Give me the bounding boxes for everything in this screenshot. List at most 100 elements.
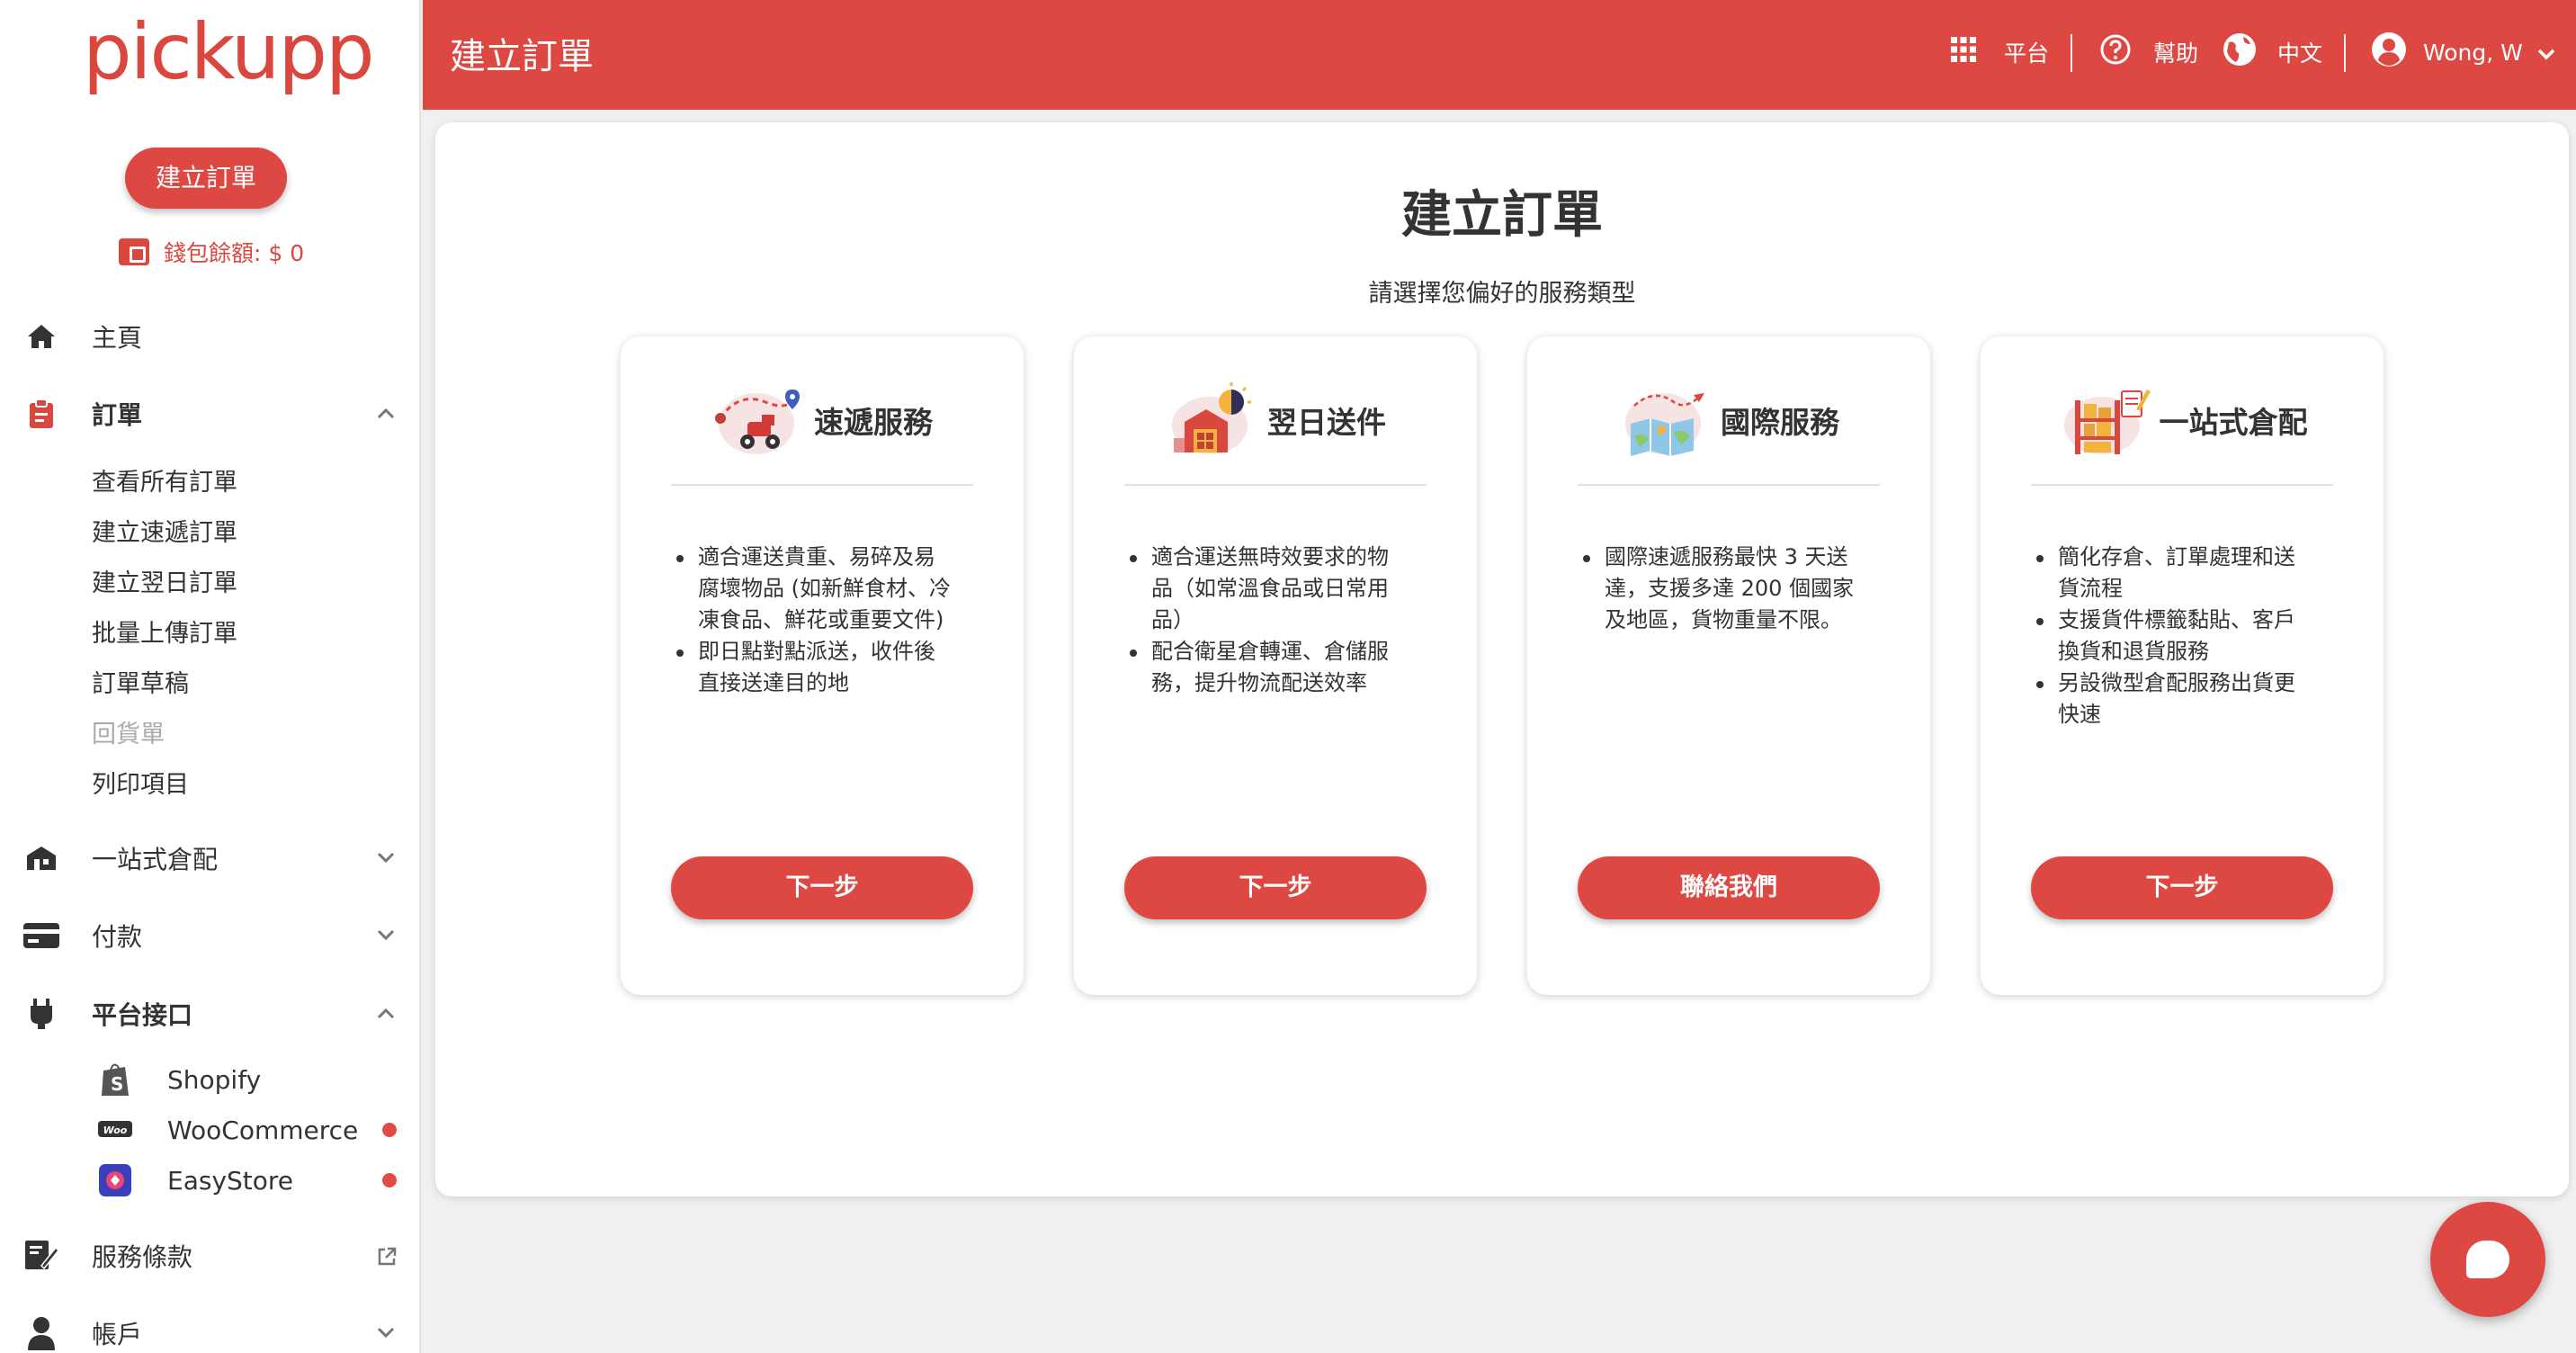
svg-text:S: S [111,1073,123,1095]
sub-view-all-orders[interactable]: 查看所有訂單 [92,462,237,497]
help-menu[interactable]: 幫助 [2099,32,2198,72]
feature-item: 配合衛星倉轉運、倉儲服務，提升物流配送效率 [1128,636,1405,699]
feature-item: 簡化存倉、訂單處理和送貨流程 [2035,542,2312,605]
plug-icon [22,994,61,1034]
home-icon [22,317,61,356]
service-card-nextday: 翌日送件 適合運送無時效要求的物品（如常溫食品或日常用品） 配合衛星倉轉運、倉儲… [1074,336,1477,995]
card-divider [1124,484,1427,486]
chevron-up-icon [376,1004,396,1024]
nav-warehouse-label: 一站式倉配 [92,845,219,874]
shelf-icon [2057,382,2151,458]
feature-item: 適合運送貴重、易碎及易腐壞物品 (如新鮮食材、冷凍食品、鮮花或重要文件) [675,542,952,636]
help-icon [2099,33,2132,71]
platform-label: 平台 [2004,40,2050,67]
feature-item: 適合運送無時效要求的物品（如常溫食品或日常用品） [1128,542,1405,636]
card-divider [1578,484,1880,486]
contact-us-button[interactable]: 聯絡我們 [1578,856,1880,919]
service-card-fulfillment: 一站式倉配 簡化存倉、訂單處理和送貨流程 支援貨件標籤黏貼、客戶換貨和退貨服務 … [1981,336,2384,995]
panel-subtitle: 請選擇您偏好的服務類型 [1368,280,1636,308]
apps-grid-icon [1950,36,1977,68]
clipboard-icon [22,394,61,434]
nav-account-label: 帳戶 [92,1320,143,1349]
fulfillment-next-button[interactable]: 下一步 [2031,856,2333,919]
platform-easystore-label: EasyStore [167,1165,294,1196]
nav-platform[interactable]: 平台接口 [0,987,421,1041]
shopify-icon: S [97,1062,133,1098]
card-features: 簡化存倉、訂單處理和送貨流程 支援貨件標籤黏貼、客戶換貨和退貨服務 另設微型倉配… [2035,542,2312,730]
user-avatar-icon [2371,31,2407,73]
card-header: 翌日送件 [1074,380,1477,461]
user-name: Wong, W [2423,39,2523,66]
globe-icon [2222,31,2258,73]
feature-item: 即日點對點派送，收件後直接送達目的地 [675,636,952,699]
woocommerce-badge-text: Woo [103,1125,128,1136]
sub-create-nextday-order[interactable]: 建立翌日訂單 [92,563,237,598]
platform-woocommerce-label: WooCommerce [167,1115,359,1145]
platform-woocommerce[interactable]: Woo WooCommerce [92,1109,407,1151]
card-features: 適合運送無時效要求的物品（如常溫食品或日常用品） 配合衛星倉轉運、倉儲服務，提升… [1128,542,1405,699]
chevron-down-icon [376,926,396,945]
nav-terms-label: 服務條款 [92,1242,193,1272]
sub-order-drafts[interactable]: 訂單草稿 [92,664,189,699]
chevron-down-icon [376,1323,396,1343]
sub-create-express-order[interactable]: 建立速遞訂單 [92,513,237,548]
platform-shopify[interactable]: S Shopify [92,1059,407,1100]
nav-home-label: 主頁 [92,323,143,353]
chevron-down-icon [2537,40,2555,66]
nav-warehouse[interactable]: 一站式倉配 [0,831,421,885]
language-label: 中文 [2277,40,2323,67]
signature-icon [22,1236,61,1276]
nextday-next-button[interactable]: 下一步 [1124,856,1427,919]
card-header: 速遞服務 [621,380,1024,461]
card-divider [671,484,973,486]
panel-title: 建立訂單 [1401,186,1603,245]
wallet-balance[interactable]: 錢包餘額: $ 0 [119,236,304,268]
pickupp-logo[interactable]: pickupp [83,7,375,97]
create-order-button[interactable]: 建立訂單 [125,148,287,209]
top-bar: 建立訂單 平台 幫助 中文 Wong, W [423,0,2576,110]
map-plane-icon [1618,382,1712,458]
nav-orders-label: 訂單 [92,400,143,430]
nav-platform-label: 平台接口 [92,1000,193,1030]
sub-print-items[interactable]: 列印項目 [92,765,189,800]
platform-menu[interactable]: 平台 [1950,32,2049,72]
status-dot [378,1169,401,1192]
easystore-icon [97,1162,133,1198]
sidebar: pickupp 建立訂單 錢包餘額: $ 0 主頁 訂單 查看所有訂單 建立速遞… [0,0,421,1353]
nav-home[interactable]: 主頁 [0,309,421,363]
chevron-up-icon [376,404,396,424]
status-dot [378,1118,401,1142]
sun-warehouse-icon [1165,382,1258,458]
platform-easystore[interactable]: EasyStore [92,1160,407,1201]
card-title: 一站式倉配 [2159,405,2308,440]
wallet-balance-label: 錢包餘額: $ 0 [164,240,305,266]
wallet-icon [119,238,149,265]
header-divider [2071,34,2072,72]
user-icon [22,1313,61,1353]
header-divider [2344,34,2346,72]
card-title: 速遞服務 [814,405,933,440]
nav-payment[interactable]: 付款 [0,909,421,963]
nav-account[interactable]: 帳戶 [0,1306,421,1353]
user-menu[interactable]: Wong, W [2371,32,2555,72]
nav-terms[interactable]: 服務條款 [0,1229,421,1283]
sub-return-orders: 回貨單 [92,721,165,748]
feature-item: 國際速遞服務最快 3 天送達，支援多達 200 個國家及地區，貨物重量不限。 [1581,542,1858,636]
service-card-international: 國際服務 國際速遞服務最快 3 天送達，支援多達 200 個國家及地區，貨物重量… [1527,336,1930,995]
card-title: 翌日送件 [1267,405,1386,440]
express-next-button[interactable]: 下一步 [671,856,973,919]
external-link-icon [376,1246,397,1266]
card-header: 一站式倉配 [1981,380,2384,461]
card-title: 國際服務 [1721,405,1839,440]
sub-bulk-upload[interactable]: 批量上傳訂單 [92,614,237,649]
page-title: 建立訂單 [450,36,594,77]
feature-item: 支援貨件標籤黏貼、客戶換貨和退貨服務 [2035,605,2312,668]
nav-orders[interactable]: 訂單 [0,387,421,441]
service-selection-panel: 建立訂單 請選擇您偏好的服務類型 速遞服務 適合運送貴重、易碎及易腐壞物品 (如… [435,122,2569,1196]
card-features: 適合運送貴重、易碎及易腐壞物品 (如新鮮食材、冷凍食品、鮮花或重要文件) 即日點… [675,542,952,699]
nav-payment-label: 付款 [92,922,143,952]
feature-item: 另設微型倉配服務出貨更快速 [2035,668,2312,730]
language-menu[interactable]: 中文 [2222,32,2322,72]
chat-button[interactable] [2430,1202,2545,1317]
service-card-express: 速遞服務 適合運送貴重、易碎及易腐壞物品 (如新鮮食材、冷凍食品、鮮花或重要文件… [621,336,1024,995]
